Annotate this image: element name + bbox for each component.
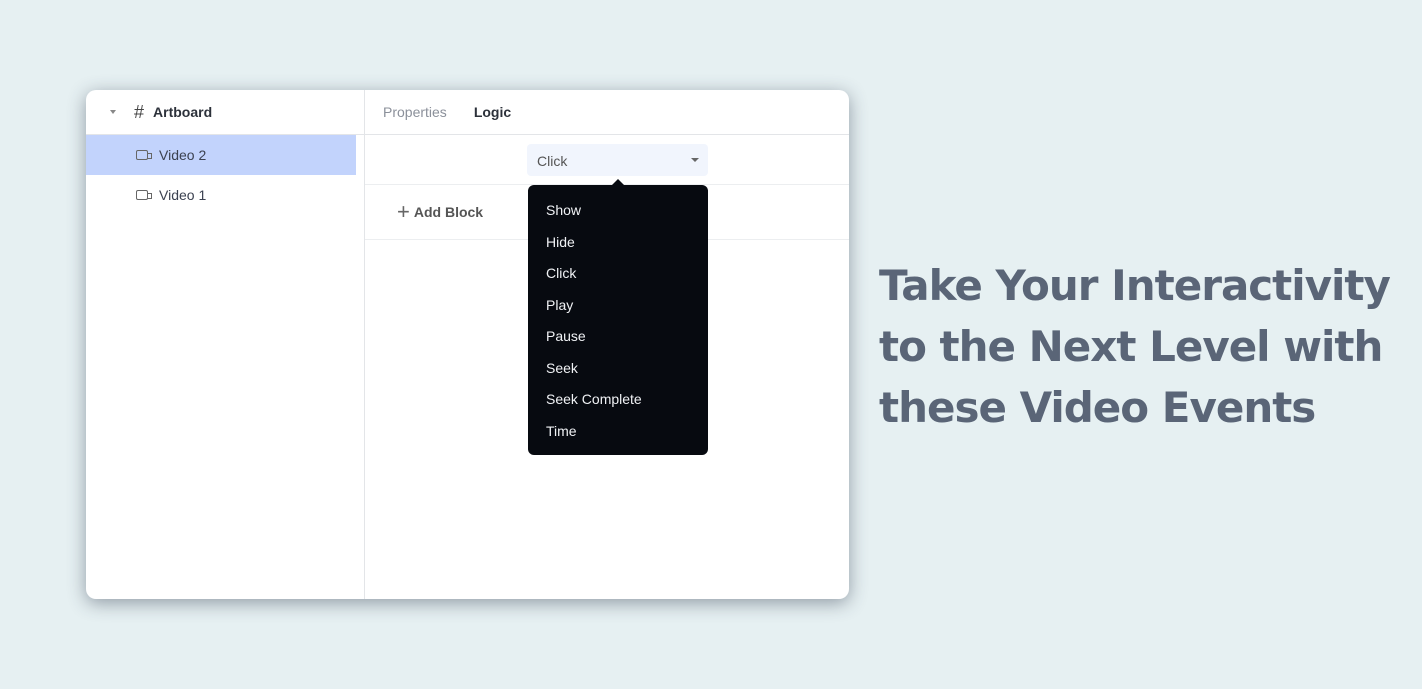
headline-line: Take Your Interactivity <box>879 261 1391 310</box>
menu-item-seek[interactable]: Seek <box>528 353 708 385</box>
layer-label: Video 2 <box>159 147 207 163</box>
artboard-label: Artboard <box>153 104 213 120</box>
event-dropdown-menu: Show Hide Click Play Pause Seek Seek Com… <box>528 179 708 455</box>
event-row: Click <box>365 135 849 185</box>
event-select-value: Click <box>537 153 568 169</box>
tab-logic[interactable]: Logic <box>474 104 511 120</box>
headline-line: to the Next Level with <box>879 322 1383 371</box>
layers-panel: # Artboard Video 2 Video 1 <box>86 90 365 599</box>
chevron-down-icon <box>691 158 699 162</box>
menu-item-time[interactable]: Time <box>528 416 708 448</box>
headline: Take Your Interactivity to the Next Leve… <box>879 255 1391 438</box>
layer-label: Video 1 <box>159 187 207 203</box>
menu-item-hide[interactable]: Hide <box>528 227 708 259</box>
layer-video-1[interactable]: Video 1 <box>86 175 364 215</box>
menu-item-show[interactable]: Show <box>528 195 708 227</box>
video-icon <box>136 190 152 200</box>
plus-icon: + <box>397 199 410 224</box>
tab-bar: Properties Logic <box>365 90 849 135</box>
video-icon <box>136 150 152 160</box>
headline-line: these Video Events <box>879 383 1316 432</box>
menu-item-play[interactable]: Play <box>528 290 708 322</box>
event-select[interactable]: Click <box>527 144 708 176</box>
add-block-label: Add Block <box>413 204 484 220</box>
layer-artboard[interactable]: # Artboard <box>86 90 364 135</box>
menu-item-seek-complete[interactable]: Seek Complete <box>528 384 708 416</box>
caret-down-icon[interactable] <box>110 110 116 114</box>
tab-properties[interactable]: Properties <box>383 104 447 120</box>
menu-item-pause[interactable]: Pause <box>528 321 708 353</box>
menu-item-click[interactable]: Click <box>528 258 708 290</box>
app-window: # Artboard Video 2 Video 1 Properties Lo… <box>86 90 849 599</box>
layer-video-2[interactable]: Video 2 <box>86 135 356 175</box>
artboard-icon: # <box>134 101 145 122</box>
